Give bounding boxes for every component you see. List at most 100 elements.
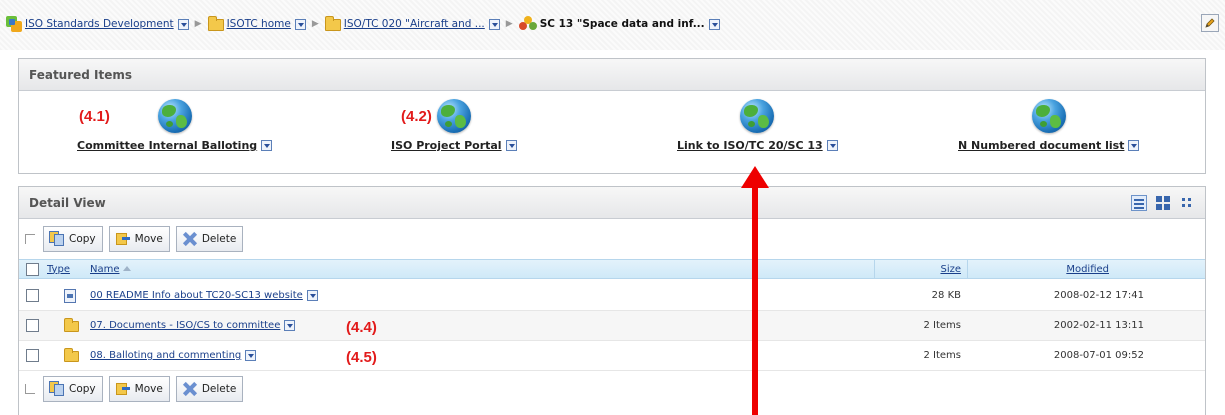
row-name[interactable]: 00 README Info about TC20-SC13 website [90,290,318,301]
dropdown-icon[interactable] [708,18,720,30]
row-size: 2 Items [923,350,961,361]
dropdown-icon[interactable] [826,140,838,151]
column-divider [967,260,968,278]
breadcrumb-separator-icon: ▶ [505,19,513,29]
move-label: Move [134,383,163,395]
thumbnails-view-icon[interactable] [1179,195,1195,211]
bottom-toolbar: Copy Move Delete [19,373,1205,405]
selection-arrow-icon [25,234,35,244]
details-view-icon[interactable] [1131,195,1147,211]
annotation-4-4: (4.4) [346,319,377,336]
dropdown-icon[interactable] [306,290,318,301]
annotation-arrow-head [741,166,769,188]
folder-icon [64,318,79,332]
delete-button[interactable]: Delete [175,226,244,252]
table-row[interactable]: 08. Balloting and commenting 2 Items 200… [19,341,1205,371]
column-divider [874,260,875,278]
globe-icon[interactable] [157,99,192,133]
row-modified: 2002-02-11 13:11 [1053,320,1144,331]
featured-link[interactable]: N Numbered document list [958,139,1140,152]
delete-label: Delete [201,233,237,245]
row-name-link[interactable]: 08. Balloting and commenting [90,350,241,361]
copy-label: Copy [69,383,96,395]
column-modified[interactable]: Modified [1066,264,1109,275]
copy-button[interactable]: Copy [43,226,103,252]
tiles-view-icon[interactable] [1155,195,1171,211]
row-name[interactable]: 08. Balloting and commenting [90,350,257,361]
dropdown-icon[interactable] [284,320,296,331]
move-icon [114,381,132,397]
delete-icon [181,381,199,397]
breadcrumb-current: SC 13 "Space data and inf... [539,18,705,30]
site-icon [6,16,22,32]
featured-link-text[interactable]: Link to ISO/TC 20/SC 13 [677,139,823,152]
dropdown-icon[interactable] [488,18,500,30]
column-name[interactable]: Name [90,264,131,275]
globe-icon[interactable] [436,99,471,133]
folder-icon [324,16,341,31]
dropdown-icon[interactable] [261,140,273,151]
dropdown-icon[interactable] [294,18,306,30]
breadcrumb-separator-icon: ▶ [194,19,202,29]
featured-link-text[interactable]: Committee Internal Balloting [77,139,257,152]
featured-link-text[interactable]: ISO Project Portal [391,139,502,152]
detail-view-panel: Detail View Copy Move Delete Type Name S… [18,186,1206,415]
column-name-label[interactable]: Name [90,264,120,275]
table-header: Type Name Size Modified [19,259,1205,279]
column-type[interactable]: Type [47,264,70,275]
dropdown-icon[interactable] [245,350,257,361]
dropdown-icon[interactable] [177,18,189,30]
breadcrumb: ISO Standards Development ▶ ISOTC home ▶… [6,14,720,34]
row-checkbox[interactable] [26,289,39,302]
annotation-4-5: (4.5) [346,349,377,366]
featured-item[interactable]: Link to ISO/TC 20/SC 13 [677,99,838,152]
globe-icon[interactable] [740,99,775,133]
select-all-checkbox[interactable] [26,262,39,276]
move-button[interactable]: Move [108,376,170,402]
annotation-4-2: (4.2) [401,108,432,125]
row-checkbox[interactable] [26,319,39,332]
breadcrumb-bar: ISO Standards Development ▶ ISOTC home ▶… [0,0,1225,50]
selection-arrow-icon [25,384,35,394]
pencil-icon [1205,18,1215,28]
featured-item[interactable]: Committee Internal Balloting [77,99,273,152]
dropdown-icon[interactable] [1128,140,1140,151]
dropdown-icon[interactable] [505,140,517,151]
breadcrumb-separator-icon: ▶ [311,19,319,29]
breadcrumb-link[interactable]: ISO/TC 020 "Aircraft and ... [344,18,485,30]
breadcrumb-item-tc020[interactable]: ISO/TC 020 "Aircraft and ... [324,16,500,31]
breadcrumb-item-isotc-home[interactable]: ISOTC home [207,16,306,31]
row-modified: 2008-02-12 17:41 [1053,290,1144,301]
table-row[interactable]: 07. Documents - ISO/CS to committee 2 It… [19,311,1205,341]
panel-title: Detail View [19,187,1205,219]
edit-page-button[interactable] [1201,14,1219,32]
featured-link[interactable]: Committee Internal Balloting [77,139,273,152]
featured-link[interactable]: Link to ISO/TC 20/SC 13 [677,139,838,152]
sort-asc-icon [122,266,131,271]
row-checkbox[interactable] [26,349,39,362]
delete-label: Delete [201,383,237,395]
row-name-link[interactable]: 00 README Info about TC20-SC13 website [90,290,303,301]
breadcrumb-link[interactable]: ISO Standards Development [25,18,174,30]
breadcrumb-item-sc13[interactable]: SC 13 "Space data and inf... [518,16,720,32]
breadcrumb-item-iso-standards[interactable]: ISO Standards Development [6,16,189,32]
folder-icon [64,348,79,362]
copy-label: Copy [69,233,96,245]
table-row[interactable]: 00 README Info about TC20-SC13 website 2… [19,281,1205,311]
globe-icon[interactable] [1031,99,1066,133]
featured-item[interactable]: N Numbered document list [958,99,1140,152]
committee-icon [518,16,537,32]
move-button[interactable]: Move [108,226,170,252]
panel-title: Featured Items [19,59,1205,91]
column-size[interactable]: Size [940,264,961,275]
copy-button[interactable]: Copy [43,376,103,402]
row-name-link[interactable]: 07. Documents - ISO/CS to committee [90,320,280,331]
delete-button[interactable]: Delete [175,376,244,402]
row-size: 2 Items [923,320,961,331]
breadcrumb-link[interactable]: ISOTC home [227,18,291,30]
row-name[interactable]: 07. Documents - ISO/CS to committee [90,320,296,331]
featured-link-text[interactable]: N Numbered document list [958,139,1124,152]
copy-icon [48,231,66,247]
featured-item[interactable]: ISO Project Portal [391,99,517,152]
featured-link[interactable]: ISO Project Portal [391,139,517,152]
